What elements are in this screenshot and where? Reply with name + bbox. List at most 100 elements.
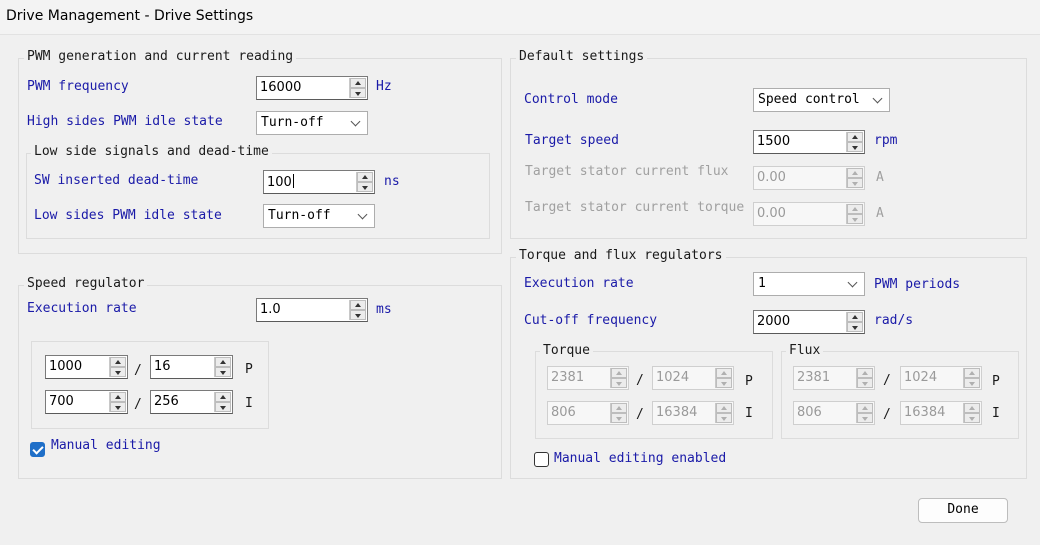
spin-up-icon — [847, 204, 863, 214]
control-mode-value: Speed control — [758, 92, 860, 107]
spin-up-icon — [611, 403, 627, 413]
spin-down-icon — [847, 214, 863, 224]
deadtime-spinbox[interactable]: 100 — [263, 170, 375, 194]
spin-down-icon[interactable] — [350, 310, 366, 320]
speed-exec-spinbox[interactable]: 1.0 — [256, 298, 368, 322]
slash: / — [134, 363, 142, 378]
chevron-down-icon — [847, 277, 858, 288]
flux-box-title: Flux — [786, 343, 824, 359]
cutoff-value: 2000 — [757, 314, 791, 329]
spin-down-icon — [716, 413, 732, 423]
flux-i-label: I — [992, 406, 1000, 421]
flux-p-numerator: 2381 — [793, 366, 875, 390]
pwm-frequency-spinbox[interactable]: 16000 — [256, 76, 368, 100]
reg-exec-dropdown[interactable]: 1 — [753, 272, 865, 296]
speed-i-label: I — [245, 396, 253, 411]
spin-down-icon — [964, 378, 980, 388]
spin-up-icon[interactable] — [215, 392, 231, 402]
low-idle-value: Turn-off — [268, 208, 331, 223]
spin-up-icon[interactable] — [847, 312, 863, 322]
manual-editing-enabled-label[interactable]: Manual editing enabled — [554, 451, 726, 467]
cutoff-label: Cut-off frequency — [524, 313, 658, 328]
pwm-group-title: PWM generation and current reading — [24, 49, 297, 65]
target-flux-unit: A — [876, 170, 884, 185]
window-title: Drive Management - Drive Settings — [6, 8, 254, 24]
flux-p-denominator: 1024 — [900, 366, 982, 390]
speed-regulator-title: Speed regulator — [24, 276, 148, 292]
spin-down-icon[interactable] — [357, 182, 373, 192]
target-torque-unit: A — [876, 206, 884, 221]
target-flux-label: Target stator current flux — [525, 164, 729, 179]
flux-box — [781, 351, 1019, 439]
spin-up-icon — [716, 403, 732, 413]
spin-down-icon[interactable] — [110, 367, 126, 377]
torque-i-numerator: 806 — [547, 401, 629, 425]
spin-up-icon[interactable] — [350, 78, 366, 88]
title-bar: Drive Management - Drive Settings — [0, 0, 1040, 35]
spin-buttons[interactable] — [349, 300, 366, 320]
cutoff-spinbox[interactable]: 2000 — [753, 310, 865, 334]
spin-down-icon[interactable] — [847, 142, 863, 152]
speed-exec-label: Execution rate — [27, 301, 137, 316]
regulators-title: Torque and flux regulators — [516, 248, 726, 264]
spin-up-icon[interactable] — [110, 357, 126, 367]
spin-up-icon — [847, 168, 863, 178]
spin-up-icon[interactable] — [847, 132, 863, 142]
spin-down-icon — [964, 413, 980, 423]
target-speed-value: 1500 — [757, 134, 791, 149]
slash: / — [883, 407, 891, 422]
speed-p-numerator[interactable]: 1000 — [45, 355, 128, 379]
low-side-group-title: Low side signals and dead-time — [31, 144, 272, 160]
spin-buttons[interactable] — [356, 172, 373, 192]
spin-up-icon — [611, 368, 627, 378]
target-speed-label: Target speed — [525, 133, 619, 148]
spin-down-icon[interactable] — [110, 402, 126, 412]
spin-down-icon[interactable] — [847, 322, 863, 332]
cutoff-unit: rad/s — [874, 313, 914, 328]
default-settings-title: Default settings — [516, 49, 648, 65]
slash: / — [636, 373, 644, 388]
spin-down-icon — [716, 378, 732, 388]
speed-p-denominator[interactable]: 16 — [150, 355, 233, 379]
high-idle-label: High sides PWM idle state — [27, 114, 223, 129]
speed-i-numerator[interactable]: 700 — [45, 390, 128, 414]
slash: / — [134, 397, 142, 412]
low-idle-label: Low sides PWM idle state — [34, 208, 222, 223]
spin-down-icon — [847, 178, 863, 188]
speed-i-denominator[interactable]: 256 — [150, 390, 233, 414]
spin-up-icon[interactable] — [350, 300, 366, 310]
deadtime-value: 100 — [267, 175, 292, 190]
torque-p-numerator: 2381 — [547, 366, 629, 390]
spin-down-icon[interactable] — [350, 88, 366, 98]
chevron-down-icon — [357, 209, 368, 220]
torque-p-denominator: 1024 — [652, 366, 734, 390]
high-idle-dropdown[interactable]: Turn-off — [256, 111, 368, 135]
pwm-frequency-label: PWM frequency — [27, 79, 129, 94]
target-torque-label: Target stator current torque — [525, 200, 745, 215]
manual-editing-checkbox[interactable] — [30, 442, 45, 457]
speed-exec-unit: ms — [376, 302, 392, 317]
spin-down-icon — [611, 413, 627, 423]
manual-editing-label[interactable]: Manual editing — [51, 438, 161, 454]
spin-up-icon[interactable] — [357, 172, 373, 182]
spin-buttons[interactable] — [349, 78, 366, 98]
spin-down-icon[interactable] — [215, 367, 231, 377]
spin-up-icon — [716, 368, 732, 378]
low-idle-dropdown[interactable]: Turn-off — [263, 204, 375, 228]
done-button[interactable]: Done — [918, 498, 1008, 523]
spin-down-icon[interactable] — [215, 402, 231, 412]
torque-p-label: P — [745, 374, 753, 389]
target-speed-spinbox[interactable]: 1500 — [753, 130, 865, 154]
spin-up-icon[interactable] — [110, 392, 126, 402]
spin-up-icon — [964, 368, 980, 378]
target-speed-unit: rpm — [874, 133, 898, 148]
chevron-down-icon — [872, 93, 883, 104]
spin-up-icon — [964, 403, 980, 413]
torque-box — [535, 351, 773, 439]
target-flux-value: 0.00 — [757, 170, 786, 185]
manual-editing-enabled-checkbox[interactable] — [534, 452, 549, 467]
spin-down-icon — [857, 378, 873, 388]
control-mode-dropdown[interactable]: Speed control — [753, 88, 890, 112]
spin-up-icon[interactable] — [215, 357, 231, 367]
target-flux-spinbox: 0.00 — [753, 166, 865, 190]
